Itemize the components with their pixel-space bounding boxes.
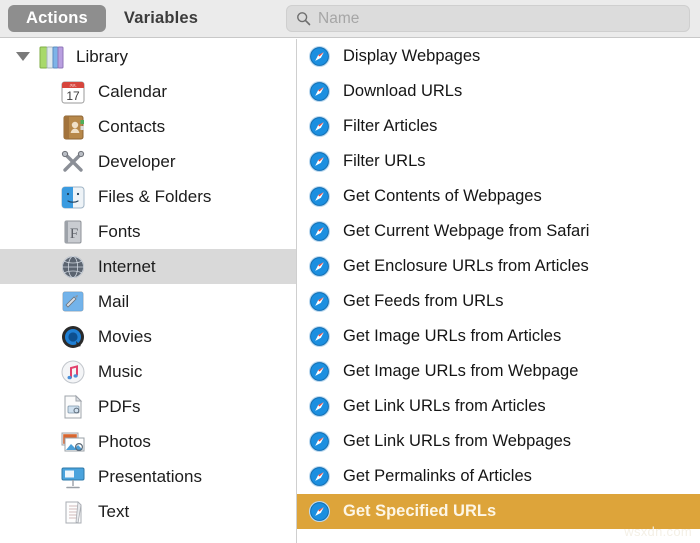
calendar-icon: JUL 17 xyxy=(58,77,88,107)
action-list[interactable]: Display Webpages Download URLs Filter Ar… xyxy=(297,39,700,543)
photos-icon xyxy=(58,427,88,457)
list-item-label: Get Permalinks of Articles xyxy=(343,467,532,486)
list-item[interactable]: Get Enclosure URLs from Articles xyxy=(297,249,700,284)
list-item-label: Get Enclosure URLs from Articles xyxy=(343,257,589,276)
sidebar-item-files-and-folders[interactable]: Files & Folders xyxy=(0,179,296,214)
sidebar-item-presentations[interactable]: Presentations xyxy=(0,459,296,494)
triangle-down-icon xyxy=(16,52,30,61)
list-item[interactable]: Get Permalinks of Articles xyxy=(297,459,700,494)
safari-compass-icon xyxy=(308,255,331,278)
svg-text:17: 17 xyxy=(66,89,80,103)
fonts-icon: F xyxy=(58,217,88,247)
library-sidebar[interactable]: Library JUL 17 Calendar Contacts xyxy=(0,39,296,543)
presentation-icon xyxy=(58,462,88,492)
sidebar-item-calendar-label: Calendar xyxy=(98,82,167,102)
safari-compass-icon xyxy=(308,290,331,313)
safari-compass-icon xyxy=(308,500,331,523)
sidebar-item-mail[interactable]: Mail xyxy=(0,284,296,319)
sidebar-item-calendar[interactable]: JUL 17 Calendar xyxy=(0,74,296,109)
safari-compass-icon xyxy=(308,185,331,208)
sidebar-item-library[interactable]: Library xyxy=(0,39,296,74)
mail-icon xyxy=(58,287,88,317)
quicktime-icon xyxy=(58,322,88,352)
safari-compass-icon xyxy=(308,45,331,68)
sidebar-item-text[interactable]: Text xyxy=(0,494,296,529)
sidebar-item-text-label: Text xyxy=(98,502,129,522)
list-item[interactable]: Get Contents of Webpages xyxy=(297,179,700,214)
globe-icon xyxy=(58,252,88,282)
sidebar-item-developer[interactable]: Developer xyxy=(0,144,296,179)
list-item[interactable]: Filter URLs xyxy=(297,144,700,179)
list-item-label: Get Link URLs from Webpages xyxy=(343,432,571,451)
text-document-icon xyxy=(58,497,88,527)
list-item-label: Download URLs xyxy=(343,82,462,101)
list-item-label: Get Image URLs from Webpage xyxy=(343,362,578,381)
tab-actions[interactable]: Actions xyxy=(8,5,106,32)
safari-compass-icon xyxy=(308,325,331,348)
list-item[interactable]: Get Image URLs from Webpage xyxy=(297,354,700,389)
sidebar-item-movies-label: Movies xyxy=(98,327,152,347)
sidebar-item-photos-label: Photos xyxy=(98,432,151,452)
list-item-label: Get Specified URLs xyxy=(343,502,496,521)
safari-compass-icon xyxy=(308,150,331,173)
list-item-label: Filter Articles xyxy=(343,117,437,136)
list-item-label: Filter URLs xyxy=(343,152,426,171)
safari-compass-icon xyxy=(308,465,331,488)
library-books-icon xyxy=(36,42,66,72)
itunes-note-icon xyxy=(58,357,88,387)
sidebar-item-music-label: Music xyxy=(98,362,142,382)
list-item[interactable]: Display Webpages xyxy=(297,39,700,74)
sidebar-item-photos[interactable]: Photos xyxy=(0,424,296,459)
safari-compass-icon xyxy=(308,430,331,453)
svg-text:F: F xyxy=(70,226,78,242)
developer-tools-icon xyxy=(58,147,88,177)
safari-compass-icon xyxy=(308,115,331,138)
safari-compass-icon xyxy=(308,80,331,103)
list-item-label: Get Link URLs from Articles xyxy=(343,397,546,416)
contacts-book-icon xyxy=(58,112,88,142)
sidebar-item-movies[interactable]: Movies xyxy=(0,319,296,354)
sidebar-item-internet[interactable]: Internet xyxy=(0,249,296,284)
safari-compass-icon xyxy=(308,220,331,243)
list-item[interactable]: Get Link URLs from Webpages xyxy=(297,424,700,459)
search-field[interactable] xyxy=(286,5,690,32)
list-item-label: Get Current Webpage from Safari xyxy=(343,222,589,241)
list-item[interactable]: Get Link URLs from Articles xyxy=(297,389,700,424)
sidebar-item-files-and-folders-label: Files & Folders xyxy=(98,187,211,207)
list-item[interactable]: Get Current Webpage from Safari xyxy=(297,214,700,249)
sidebar-item-contacts-label: Contacts xyxy=(98,117,165,137)
toolbar: Actions Variables xyxy=(0,0,700,38)
search-input[interactable] xyxy=(318,8,658,30)
list-item-label: Get Contents of Webpages xyxy=(343,187,542,206)
disclosure-toggle-library[interactable] xyxy=(10,52,36,61)
list-item[interactable]: Download URLs xyxy=(297,74,700,109)
sidebar-item-internet-label: Internet xyxy=(98,257,156,277)
sidebar-item-pdfs-label: PDFs xyxy=(98,397,141,417)
sidebar-item-fonts[interactable]: F Fonts xyxy=(0,214,296,249)
sidebar-item-pdfs[interactable]: PDFs xyxy=(0,389,296,424)
safari-compass-icon xyxy=(308,395,331,418)
list-item[interactable]: Get Image URLs from Articles xyxy=(297,319,700,354)
list-item-label: Display Webpages xyxy=(343,47,480,66)
sidebar-item-mail-label: Mail xyxy=(98,292,129,312)
list-item-label: Get Image URLs from Articles xyxy=(343,327,561,346)
tab-variables[interactable]: Variables xyxy=(106,5,216,32)
safari-compass-icon xyxy=(308,360,331,383)
automator-library-window: Actions Variables Library xyxy=(0,0,700,543)
list-item[interactable]: Filter Articles xyxy=(297,109,700,144)
list-item-label: Get Feeds from URLs xyxy=(343,292,503,311)
sidebar-item-music[interactable]: Music xyxy=(0,354,296,389)
sidebar-item-contacts[interactable]: Contacts xyxy=(0,109,296,144)
list-item-selected[interactable]: Get Specified URLs xyxy=(297,494,700,529)
sidebar-item-presentations-label: Presentations xyxy=(98,467,202,487)
tab-group: Actions Variables xyxy=(8,5,216,32)
svg-text:JUL: JUL xyxy=(69,82,77,87)
list-item[interactable]: Get Feeds from URLs xyxy=(297,284,700,319)
sidebar-item-library-label: Library xyxy=(76,47,128,67)
sidebar-item-developer-label: Developer xyxy=(98,152,176,172)
finder-icon xyxy=(58,182,88,212)
sidebar-item-fonts-label: Fonts xyxy=(98,222,141,242)
pdf-document-icon xyxy=(58,392,88,422)
search-icon xyxy=(296,11,311,26)
